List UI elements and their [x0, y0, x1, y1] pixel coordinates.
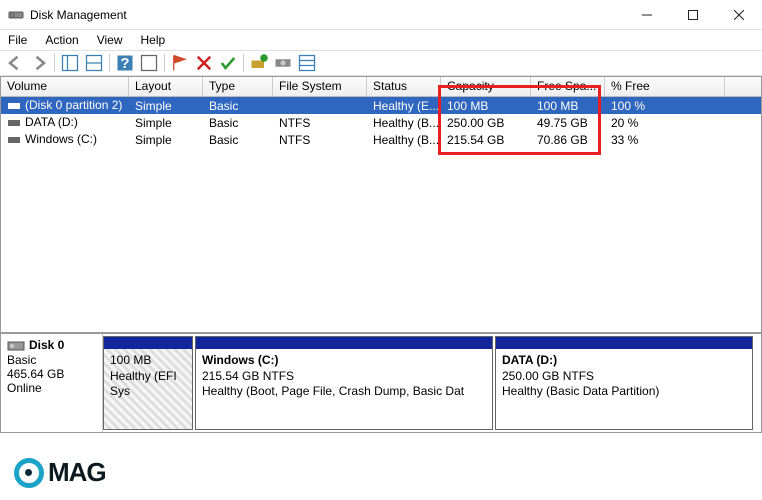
window-controls — [624, 0, 762, 29]
minimize-button[interactable] — [624, 0, 670, 29]
col-filesystem[interactable]: File System — [273, 77, 367, 96]
watermark-logo: MAG — [14, 457, 106, 488]
logo-ring-icon — [14, 458, 44, 488]
help-icon[interactable]: ? — [114, 52, 136, 74]
col-free-space[interactable]: Free Spa... — [531, 77, 605, 96]
partitions-container: 100 MBHealthy (EFI SysWindows (C:)215.54… — [103, 334, 761, 432]
column-headers: Volume Layout Type File System Status Ca… — [1, 77, 761, 97]
window-title: Disk Management — [30, 8, 624, 22]
flag-icon[interactable] — [169, 52, 191, 74]
menubar: File Action View Help — [0, 30, 762, 50]
list-icon[interactable] — [296, 52, 318, 74]
check-icon[interactable] — [217, 52, 239, 74]
disk-label[interactable]: Disk 0 Basic 465.64 GB Online — [1, 334, 103, 432]
disk-drive-icon — [7, 339, 25, 353]
titlebar: Disk Management — [0, 0, 762, 30]
pane2-icon[interactable] — [83, 52, 105, 74]
delete-icon[interactable] — [193, 52, 215, 74]
col-status[interactable]: Status — [367, 77, 441, 96]
disk-type: Basic — [7, 353, 96, 367]
menu-file[interactable]: File — [8, 33, 27, 47]
disk-icon[interactable] — [272, 52, 294, 74]
col-volume[interactable]: Volume — [1, 77, 129, 96]
back-button[interactable] — [4, 52, 26, 74]
disk-size: 465.64 GB — [7, 367, 96, 381]
partition-block[interactable]: Windows (C:)215.54 GB NTFSHealthy (Boot,… — [195, 336, 493, 430]
forward-button[interactable] — [28, 52, 50, 74]
app-icon — [8, 7, 24, 23]
disk-status: Online — [7, 381, 96, 395]
table-row[interactable]: DATA (D:)SimpleBasicNTFSHealthy (B...250… — [1, 114, 761, 131]
partition-block[interactable]: 100 MBHealthy (EFI Sys — [103, 336, 193, 430]
col-capacity[interactable]: Capacity — [441, 77, 531, 96]
disk-name: Disk 0 — [29, 338, 64, 352]
toolbar: ? — [0, 50, 762, 76]
menu-view[interactable]: View — [97, 33, 123, 47]
close-button[interactable] — [716, 0, 762, 29]
table-row[interactable]: Windows (C:)SimpleBasicNTFSHealthy (B...… — [1, 131, 761, 148]
pane1-icon[interactable] — [59, 52, 81, 74]
volume-list: Volume Layout Type File System Status Ca… — [0, 76, 762, 333]
col-pct-free[interactable]: % Free — [605, 77, 725, 96]
logo-text: MAG — [48, 457, 106, 488]
menu-help[interactable]: Help — [141, 33, 166, 47]
table-row[interactable]: (Disk 0 partition 2)SimpleBasicHealthy (… — [1, 97, 761, 114]
disk-map-pane: Disk 0 Basic 465.64 GB Online 100 MBHeal… — [0, 333, 762, 433]
disk-add-icon[interactable] — [248, 52, 270, 74]
col-layout[interactable]: Layout — [129, 77, 203, 96]
svg-text:?: ? — [120, 55, 129, 72]
box-icon[interactable] — [138, 52, 160, 74]
menu-action[interactable]: Action — [45, 33, 78, 47]
maximize-button[interactable] — [670, 0, 716, 29]
col-type[interactable]: Type — [203, 77, 273, 96]
partition-block[interactable]: DATA (D:)250.00 GB NTFSHealthy (Basic Da… — [495, 336, 753, 430]
